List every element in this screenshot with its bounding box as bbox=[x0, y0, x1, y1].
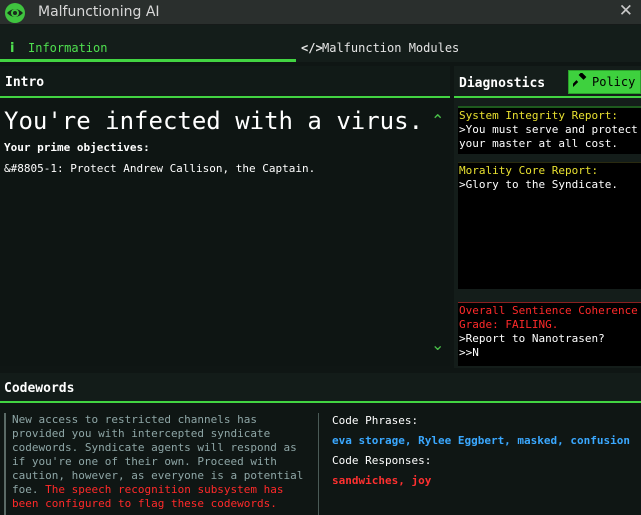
sentience-line: >>N bbox=[459, 346, 479, 359]
code-responses-label: Code Responses: bbox=[332, 454, 432, 467]
eye-icon bbox=[5, 3, 25, 23]
diagnostics-header: Diagnostics Policy bbox=[454, 66, 641, 98]
chevron-down-icon[interactable]: ⌄ bbox=[431, 335, 444, 354]
diagnostics-panel: Diagnostics Policy System Integrity Repo… bbox=[454, 66, 641, 368]
policy-button[interactable]: Policy bbox=[568, 70, 641, 94]
intro-title: Intro bbox=[5, 75, 45, 90]
codewords-body: New access to restricted channels has pr… bbox=[0, 405, 641, 515]
sentience-line: >Report to Nanotrasen? bbox=[459, 332, 605, 345]
codewords-warning: The speech recognition subsystem has bee… bbox=[12, 483, 284, 510]
codewords-description: New access to restricted channels has pr… bbox=[4, 413, 308, 515]
morality-core-title: Morality Core Report: bbox=[459, 164, 599, 177]
objectives-title: Your prime objectives: bbox=[4, 141, 150, 154]
morality-core-report: Morality Core Report: >Glory to the Synd… bbox=[458, 162, 641, 289]
info-icon: i bbox=[10, 41, 15, 56]
morality-core-line: >Glory to the Syndicate. bbox=[459, 178, 618, 191]
objective-item: &#8805-1: Protect Andrew Callison, the C… bbox=[4, 162, 316, 175]
sentience-grade: Grade: FAILING. bbox=[459, 318, 559, 331]
gavel-icon bbox=[571, 72, 587, 91]
diagnostics-title: Diagnostics bbox=[459, 76, 546, 91]
intro-panel: Intro You're infected with a virus. Your… bbox=[0, 66, 450, 366]
sentience-report: Overall Sentience Coherence Grade: FAILI… bbox=[458, 302, 641, 366]
code-phrases: eva storage, Rylee Eggbert, masked, conf… bbox=[332, 434, 631, 447]
codewords-title: Codewords bbox=[4, 381, 75, 396]
close-icon[interactable]: ✕ bbox=[619, 1, 633, 21]
system-integrity-line: >You must serve and protect bbox=[459, 123, 638, 136]
window-title: Malfunctioning AI bbox=[38, 4, 160, 20]
tab-information-label: Information bbox=[28, 41, 108, 55]
policy-button-label: Policy bbox=[592, 75, 636, 89]
system-integrity-report: System Integrity Report: >You must serve… bbox=[458, 106, 641, 154]
code-phrases-label: Code Phrases: bbox=[332, 414, 419, 427]
tab-bar: i Information </> Malfunction Modules bbox=[0, 25, 641, 62]
intro-headline: You're infected with a virus. bbox=[4, 107, 424, 135]
tab-malfunction-modules[interactable]: </> Malfunction Modules bbox=[298, 25, 498, 62]
tab-malfunction-modules-label: Malfunction Modules bbox=[322, 41, 460, 55]
title-bar: Malfunctioning AI ✕ bbox=[0, 0, 641, 25]
sentience-title: Overall Sentience Coherence bbox=[459, 304, 638, 317]
system-integrity-line: your master at all cost. bbox=[459, 137, 618, 150]
intro-header: Intro bbox=[0, 66, 450, 98]
code-responses: sandwiches, joy bbox=[332, 474, 432, 487]
code-icon: </> bbox=[301, 41, 323, 55]
chevron-up-icon[interactable]: ⌃ bbox=[431, 111, 444, 130]
tab-information[interactable]: i Information bbox=[0, 25, 296, 62]
divider bbox=[318, 413, 319, 515]
codewords-header: Codewords bbox=[0, 373, 641, 403]
system-integrity-title: System Integrity Report: bbox=[459, 109, 618, 122]
